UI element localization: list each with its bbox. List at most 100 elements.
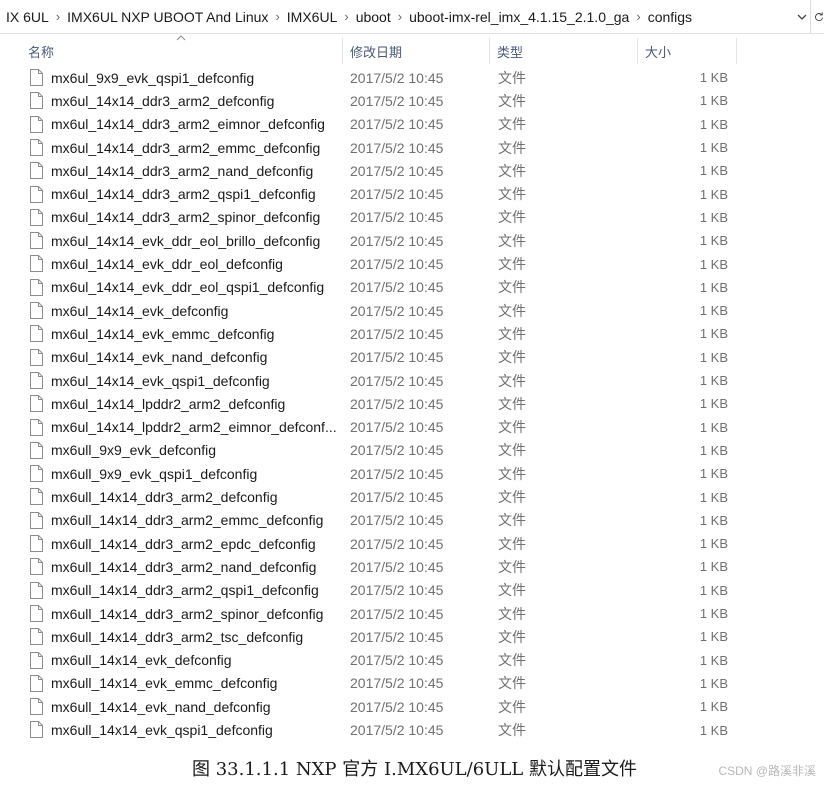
- breadcrumb-item[interactable]: uboot: [352, 9, 395, 25]
- file-name[interactable]: mx6ull_14x14_ddr3_arm2_qspi1_defconfig: [51, 582, 319, 598]
- file-name[interactable]: mx6ul_14x14_evk_ddr_eol_brillo_defconfig: [51, 233, 320, 249]
- file-icon: [30, 628, 43, 646]
- file-date: 2017/5/2 10:45: [350, 419, 444, 436]
- file-row[interactable]: mx6ul_9x9_evk_qspi1_defconfig 2017/5/2 10…: [0, 66, 824, 89]
- breadcrumb-item[interactable]: IMX6UL: [283, 9, 342, 25]
- chevron-down-icon[interactable]: [794, 0, 810, 34]
- file-row[interactable]: mx6ul_14x14_ddr3_arm2_eimnor_defconfig 20…: [0, 113, 824, 136]
- breadcrumb-current[interactable]: configs: [644, 9, 696, 25]
- file-size: 1 KB: [699, 279, 728, 295]
- file-type: 文件: [498, 722, 526, 739]
- file-icon: [30, 395, 43, 413]
- file-date: 2017/5/2 10:45: [350, 279, 444, 296]
- file-row[interactable]: mx6ull_14x14_evk_qspi1_defconfig 2017/5/2…: [0, 718, 824, 741]
- file-name[interactable]: mx6ul_14x14_evk_nand_defconfig: [51, 349, 267, 365]
- file-row[interactable]: mx6ul_14x14_evk_ddr_eol_defconfig 2017/5/…: [0, 252, 824, 275]
- file-name[interactable]: mx6ul_14x14_ddr3_arm2_nand_defconfig: [51, 163, 313, 179]
- file-name[interactable]: mx6ul_14x14_evk_emmc_defconfig: [51, 326, 274, 342]
- column-divider[interactable]: [736, 38, 737, 64]
- file-row[interactable]: mx6ull_14x14_ddr3_arm2_tsc_defconfig 2017…: [0, 625, 824, 648]
- file-name[interactable]: mx6ul_9x9_evk_qspi1_defconfig: [51, 70, 254, 86]
- file-row[interactable]: mx6ull_14x14_evk_defconfig 2017/5/2 10:45…: [0, 649, 824, 672]
- file-row[interactable]: mx6ul_14x14_evk_defconfig 2017/5/2 10:45 文…: [0, 299, 824, 322]
- file-name[interactable]: mx6ull_9x9_evk_defconfig: [51, 442, 216, 458]
- breadcrumb-item[interactable]: uboot-imx-rel_imx_4.1.15_2.1.0_ga: [405, 9, 633, 25]
- file-name[interactable]: mx6ull_9x9_evk_qspi1_defconfig: [51, 466, 257, 482]
- file-row[interactable]: mx6ull_14x14_ddr3_arm2_emmc_defconfig 201…: [0, 509, 824, 532]
- file-row[interactable]: mx6ul_14x14_ddr3_arm2_defconfig 2017/5/2 …: [0, 89, 824, 112]
- file-size: 1 KB: [699, 349, 728, 365]
- file-name[interactable]: mx6ull_14x14_ddr3_arm2_tsc_defconfig: [51, 629, 303, 645]
- file-row[interactable]: mx6ul_14x14_evk_ddr_eol_qspi1_defconfig 2…: [0, 276, 824, 299]
- file-name[interactable]: mx6ull_14x14_ddr3_arm2_nand_defconfig: [51, 559, 316, 575]
- file-name[interactable]: mx6ul_14x14_lpddr2_arm2_defconfig: [51, 396, 285, 412]
- file-row[interactable]: mx6ul_14x14_evk_nand_defconfig 2017/5/2 1…: [0, 346, 824, 369]
- file-type: 文件: [498, 675, 526, 692]
- file-name[interactable]: mx6ul_14x14_ddr3_arm2_defconfig: [51, 93, 274, 109]
- header-size[interactable]: 大小: [645, 36, 735, 66]
- file-type: 文件: [498, 605, 526, 622]
- chevron-right-icon[interactable]: ›: [633, 9, 643, 24]
- file-size: 1 KB: [699, 466, 728, 482]
- file-row[interactable]: mx6ull_14x14_evk_emmc_defconfig 2017/5/2 …: [0, 672, 824, 695]
- chevron-right-icon[interactable]: ›: [272, 9, 282, 24]
- file-name[interactable]: mx6ul_14x14_evk_ddr_eol_defconfig: [51, 256, 283, 272]
- file-icon: [30, 278, 43, 296]
- file-row[interactable]: mx6ul_14x14_ddr3_arm2_nand_defconfig 2017…: [0, 159, 824, 182]
- breadcrumb-item[interactable]: IMX6UL NXP UBOOT And Linux: [63, 9, 272, 25]
- column-divider[interactable]: [489, 38, 490, 64]
- file-name[interactable]: mx6ul_14x14_lpddr2_arm2_eimnor_defconf..…: [51, 419, 337, 435]
- file-row[interactable]: mx6ul_14x14_lpddr2_arm2_defconfig 2017/5/…: [0, 392, 824, 415]
- file-name[interactable]: mx6ul_14x14_ddr3_arm2_spinor_defconfig: [51, 209, 320, 225]
- chevron-right-icon[interactable]: ›: [395, 9, 405, 24]
- file-name[interactable]: mx6ull_14x14_ddr3_arm2_defconfig: [51, 489, 277, 505]
- file-row[interactable]: mx6ul_14x14_evk_ddr_eol_brillo_defconfig…: [0, 229, 824, 252]
- header-type[interactable]: 类型: [497, 36, 630, 66]
- file-name[interactable]: mx6ul_14x14_ddr3_arm2_qspi1_defconfig: [51, 186, 316, 202]
- file-row[interactable]: mx6ul_14x14_ddr3_arm2_emmc_defconfig 2017…: [0, 136, 824, 159]
- column-divider[interactable]: [637, 38, 638, 64]
- file-row[interactable]: mx6ull_14x14_ddr3_arm2_nand_defconfig 201…: [0, 555, 824, 578]
- file-row[interactable]: mx6ul_14x14_ddr3_arm2_spinor_defconfig 20…: [0, 206, 824, 229]
- file-name[interactable]: mx6ull_14x14_ddr3_arm2_epdc_defconfig: [51, 536, 316, 552]
- file-name[interactable]: mx6ull_14x14_evk_qspi1_defconfig: [51, 722, 273, 738]
- file-row[interactable]: mx6ull_9x9_evk_qspi1_defconfig 2017/5/2 1…: [0, 462, 824, 485]
- file-name[interactable]: mx6ul_14x14_ddr3_arm2_emmc_defconfig: [51, 140, 320, 156]
- file-type: 文件: [498, 628, 526, 645]
- file-row[interactable]: mx6ull_14x14_evk_nand_defconfig 2017/5/2 …: [0, 695, 824, 718]
- file-type: 文件: [498, 582, 526, 599]
- file-row[interactable]: mx6ull_14x14_ddr3_arm2_defconfig 2017/5/2…: [0, 485, 824, 508]
- refresh-icon[interactable]: [810, 0, 824, 34]
- file-size: 1 KB: [699, 396, 728, 412]
- header-name[interactable]: 名称: [28, 36, 342, 66]
- file-name[interactable]: mx6ull_14x14_evk_defconfig: [51, 652, 232, 668]
- file-name[interactable]: mx6ul_14x14_evk_qspi1_defconfig: [51, 373, 270, 389]
- file-row[interactable]: mx6ull_14x14_ddr3_arm2_qspi1_defconfig 20…: [0, 579, 824, 602]
- file-row[interactable]: mx6ull_9x9_evk_defconfig 2017/5/2 10:45 文件…: [0, 439, 824, 462]
- chevron-right-icon[interactable]: ›: [341, 9, 351, 24]
- file-type: 文件: [498, 349, 526, 366]
- file-row[interactable]: mx6ull_14x14_ddr3_arm2_spinor_defconfig 2…: [0, 602, 824, 625]
- file-name[interactable]: mx6ull_14x14_ddr3_arm2_spinor_defconfig: [51, 606, 323, 622]
- file-row[interactable]: mx6ul_14x14_ddr3_arm2_qspi1_defconfig 201…: [0, 183, 824, 206]
- file-name[interactable]: mx6ul_14x14_ddr3_arm2_eimnor_defconfig: [51, 116, 325, 132]
- file-icon: [30, 232, 43, 250]
- file-row[interactable]: mx6ul_14x14_evk_emmc_defconfig 2017/5/2 1…: [0, 322, 824, 345]
- address-bar[interactable]: IX 6UL › IMX6UL NXP UBOOT And Linux › IM…: [0, 0, 824, 34]
- file-name[interactable]: mx6ull_14x14_evk_nand_defconfig: [51, 699, 271, 715]
- header-date[interactable]: 修改日期: [350, 36, 488, 66]
- column-divider[interactable]: [342, 38, 343, 64]
- breadcrumb-item[interactable]: IX 6UL: [2, 9, 53, 25]
- file-name[interactable]: mx6ull_14x14_ddr3_arm2_emmc_defconfig: [51, 512, 323, 528]
- file-name[interactable]: mx6ull_14x14_evk_emmc_defconfig: [51, 675, 277, 691]
- file-date: 2017/5/2 10:45: [350, 232, 444, 249]
- file-row[interactable]: mx6ul_14x14_lpddr2_arm2_eimnor_defconf..…: [0, 416, 824, 439]
- file-name[interactable]: mx6ul_14x14_evk_ddr_eol_qspi1_defconfig: [51, 279, 324, 295]
- file-row[interactable]: mx6ull_14x14_ddr3_arm2_epdc_defconfig 201…: [0, 532, 824, 555]
- file-row[interactable]: mx6ul_14x14_evk_qspi1_defconfig 2017/5/2 …: [0, 369, 824, 392]
- file-date: 2017/5/2 10:45: [350, 349, 444, 366]
- file-date: 2017/5/2 10:45: [350, 535, 444, 552]
- file-icon: [30, 651, 43, 669]
- file-name[interactable]: mx6ul_14x14_evk_defconfig: [51, 303, 228, 319]
- chevron-right-icon[interactable]: ›: [53, 9, 63, 24]
